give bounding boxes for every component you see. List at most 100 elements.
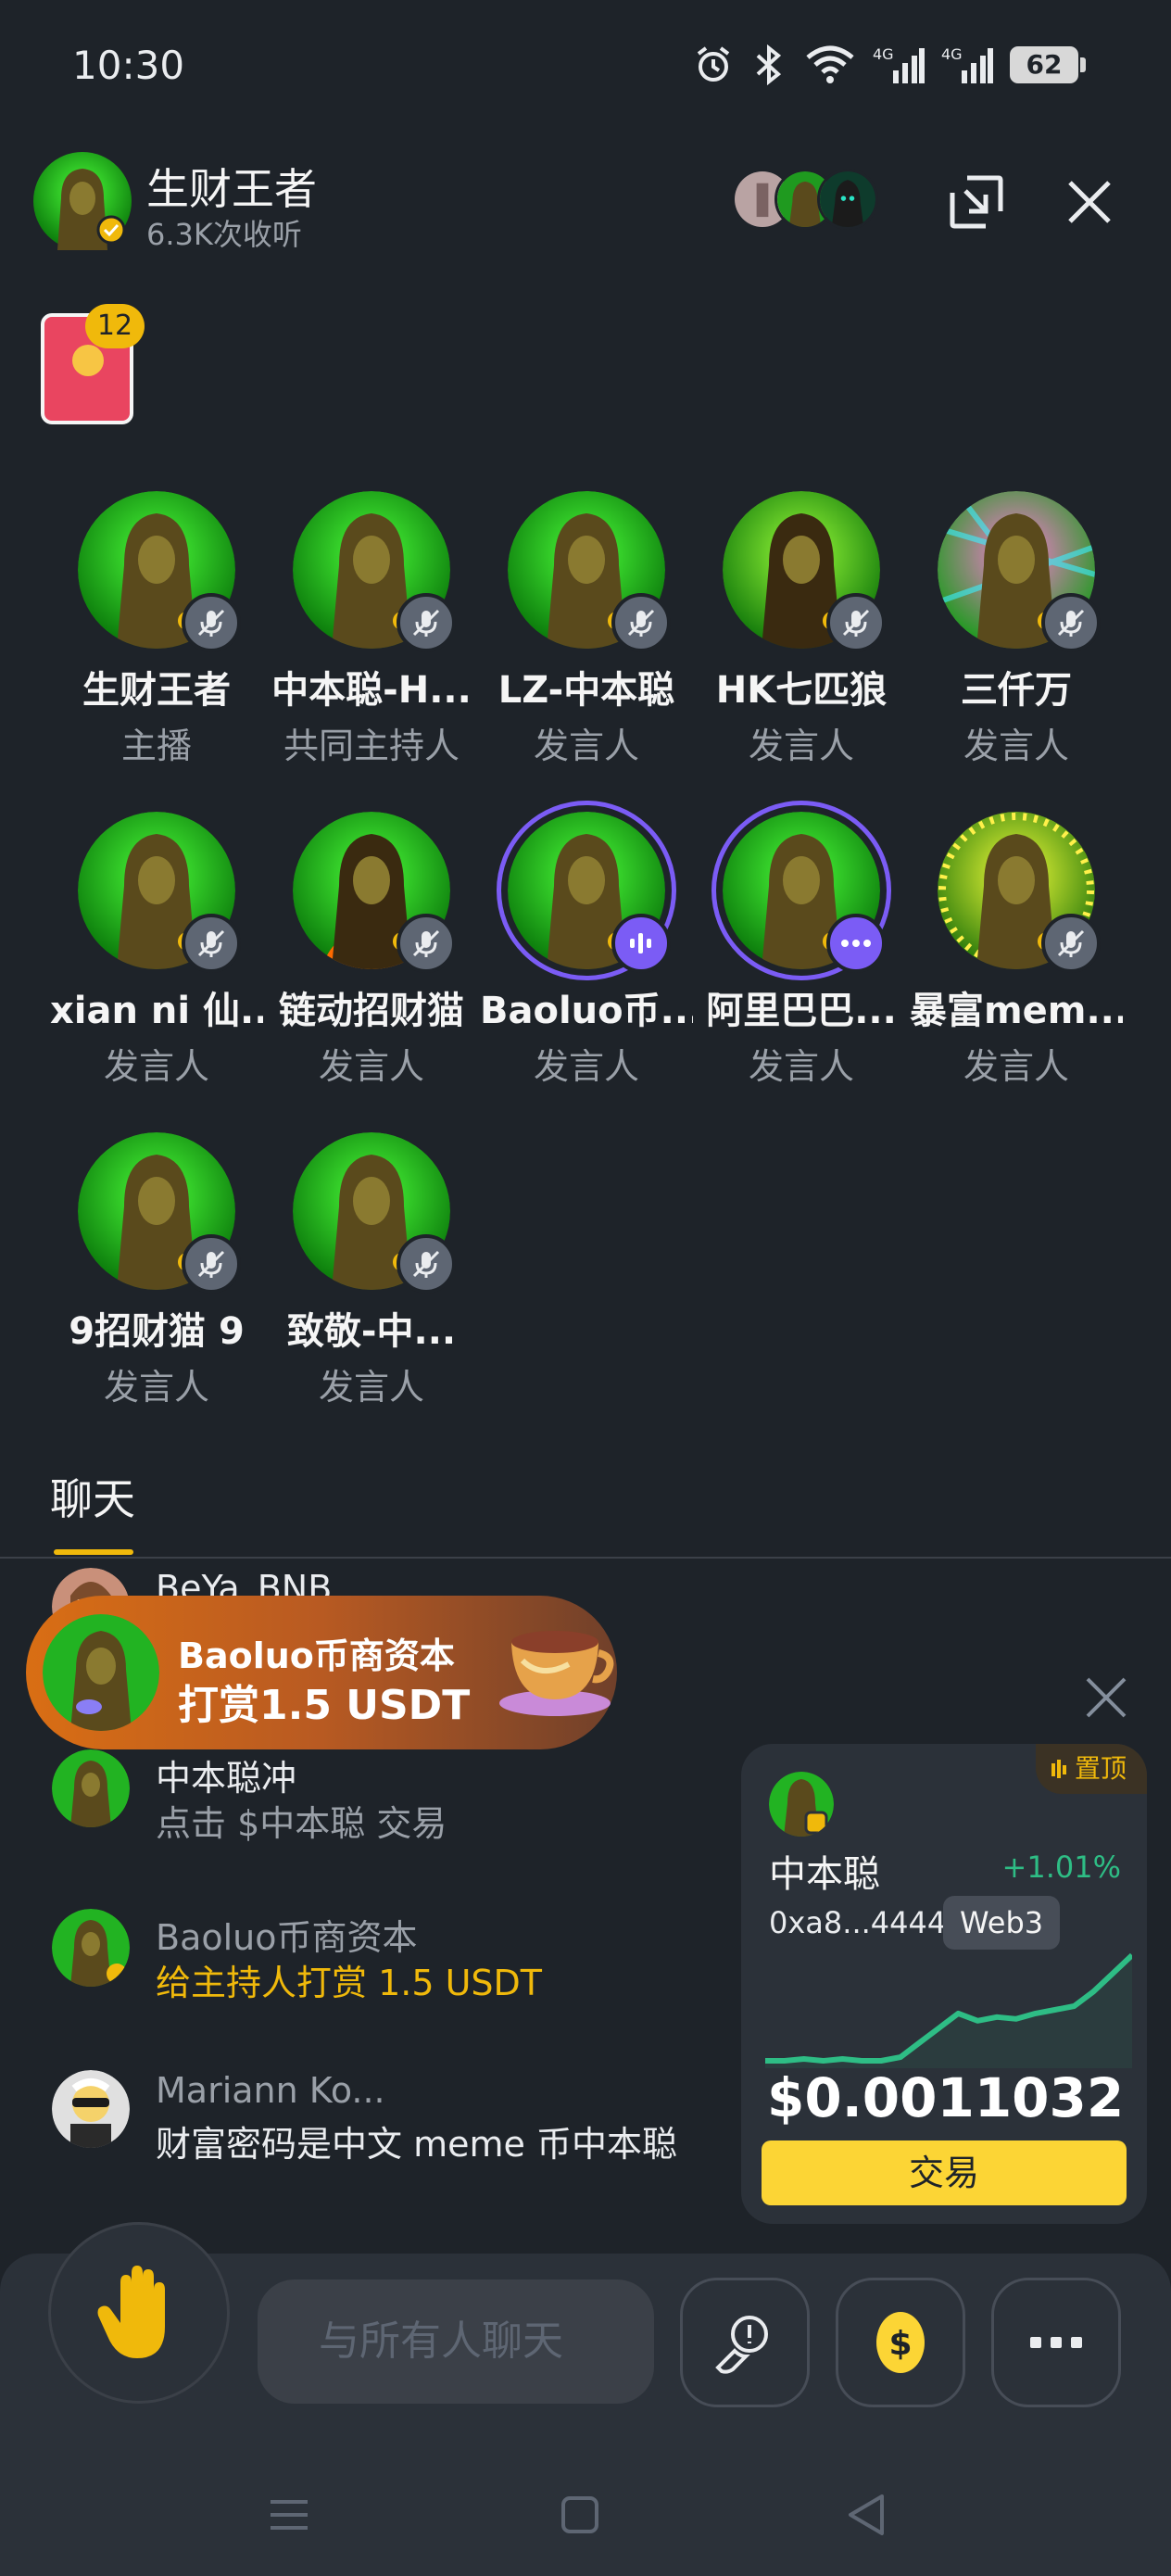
mic-muted-icon [397,593,456,652]
mic-muted-icon [826,593,886,652]
speaker-role: 主播 [120,726,192,766]
prompt-button[interactable] [680,2278,810,2407]
speaker-tile[interactable]: 生财王者 主播 [50,491,263,768]
minimize-button[interactable] [941,167,1012,237]
speaker-role: 发言人 [963,1046,1069,1087]
trade-button[interactable]: 交易 [762,2140,1127,2205]
red-packet-button[interactable]: 12 [41,304,145,424]
listener-avatar [817,169,878,230]
svg-text:4G: 4G [941,45,963,63]
svg-text:4G: 4G [873,45,894,63]
speaker-name: 中本聪-H... [271,669,472,712]
speaker-tile[interactable]: 中本聪-H... 共同主持人 [265,491,478,768]
speaker-role: 发言人 [533,726,639,766]
pinned-badge: 置顶 [1035,1744,1147,1794]
home-button[interactable] [552,2487,608,2543]
mic-muted-icon [397,1234,456,1294]
pin-icon [1051,1760,1066,1778]
alarm-icon [697,46,730,82]
close-room-button[interactable] [1054,167,1125,237]
token-price: $0.0011032 [767,2066,1125,2129]
room-header: 生财王者 6.3K次收听 [0,148,1171,259]
token-name: 中本聪 [769,1853,880,1896]
teacup-icon [499,1631,614,1716]
status-time: 10:30 [72,43,185,88]
tab-chat-indicator [54,1549,133,1555]
speaker-role: 发言人 [748,726,854,766]
speaker-name: 9招财猫 9 [69,1310,245,1353]
speaker-role: 发言人 [318,1046,424,1087]
mic-muted-icon [182,914,241,973]
chat-user-name: Baoluo币商资本 [156,1917,418,1958]
tip-amount: 打赏1.5 USDT [178,1682,471,1729]
speaker-tile[interactable]: 致敬-中... 发言人 [265,1132,478,1409]
speaker-role: 共同主持人 [283,726,460,766]
signal-4g-icon: 4G [873,45,925,83]
speaker-role: 发言人 [318,1367,424,1408]
speaker-name: 生财王者 [82,669,231,712]
minimize-icon [950,175,1003,229]
speaker-tile[interactable]: 三仟万 发言人 [910,491,1123,768]
speaker-tile[interactable]: Baoluo币... 发言人 [480,801,693,1089]
chat-avatar [52,1749,130,1827]
speaker-tile[interactable]: LZ-中本聪 发言人 [480,491,693,768]
close-icon [1068,181,1111,223]
sparkline-area [765,1955,1132,2068]
token-change: +1.01% [1001,1850,1121,1885]
speaker-name: LZ-中本聪 [497,669,675,712]
tab-chat[interactable]: 聊天 [50,1466,135,1527]
chat-user-name: Mariann Ko... [156,2070,385,2111]
speaker-name: 链动招财猫 [279,990,464,1032]
chat-user-name: 中本聪冲 [156,1758,297,1799]
pinned-label: 置顶 [1074,1753,1127,1784]
tip-button[interactable]: $ [836,2278,965,2407]
speaker-tile[interactable]: HK七匹狼 发言人 [695,491,908,768]
speaker-tile[interactable]: xian ni 仙... 发言人 [50,812,263,1089]
chat-message-text[interactable]: 点击 $中本聪 交易 [156,1799,730,1848]
token-chain-chip: Web3 [943,1896,1061,1950]
speaker-role: 发言人 [103,1046,209,1087]
raise-hand-icon [97,2266,165,2358]
chat-input[interactable]: 与所有人聊天 [258,2279,654,2404]
speaker-role: 发言人 [963,726,1069,766]
dismiss-card-button[interactable] [1082,1673,1130,1722]
more-icon [1030,2337,1082,2348]
speaker-role: 发言人 [103,1367,209,1408]
token-card[interactable]: 置顶 中本聪 +1.01% 0xa8...4444 Web3 $0.001103… [741,1744,1147,2224]
listen-count: 6.3K次收听 [146,217,302,252]
more-button[interactable] [991,2278,1121,2407]
tipper-avatar [43,1614,159,1731]
status-icons: 4G 4G 62 [693,44,1086,85]
mic-muted-icon [182,1234,241,1294]
mic-muted-icon [182,593,241,652]
back-button[interactable] [839,2487,895,2543]
battery-icon: 62 [1010,46,1086,83]
mic-muted-icon [1041,914,1101,973]
bluetooth-icon [756,44,782,85]
tip-coin-icon: $ [876,2312,925,2373]
speaker-tile[interactable]: 9招财猫 9 发言人 [50,1132,263,1409]
host-avatar[interactable] [33,152,132,250]
recent-apps-button[interactable] [261,2487,317,2543]
speaker-name: Baoluo币... [480,990,693,1032]
speaker-tile[interactable]: 阿里巴巴... 发言人 [695,801,908,1089]
svg-text:$: $ [888,2325,912,2363]
token-address: 0xa8...4444 [769,1905,947,1940]
chat-divider [0,1557,1171,1559]
mic-muted-icon [397,914,456,973]
tip-toast: Baoluo币商资本 打赏1.5 USDT [26,1596,617,1749]
room-title: 生财王者 [146,164,317,214]
speaker-tile[interactable]: 暴富mem... 发言人 [910,812,1123,1089]
speaker-role: 发言人 [748,1046,854,1087]
chat-avatar [52,2070,130,2148]
speaker-name: 致敬-中... [286,1310,457,1353]
speaker-tile[interactable]: 链动招财猫 发言人 [265,812,478,1089]
mic-muted-icon [1041,593,1101,652]
speaker-name: 三仟万 [961,669,1072,712]
token-avatar [769,1772,834,1837]
system-nav-bar [0,2446,1171,2576]
listener-avatars[interactable] [732,169,889,234]
status-bar: 10:30 4G 4G 62 [0,0,1171,139]
speaker-name: 暴富mem... [910,990,1123,1032]
raise-hand-button[interactable] [48,2222,230,2404]
